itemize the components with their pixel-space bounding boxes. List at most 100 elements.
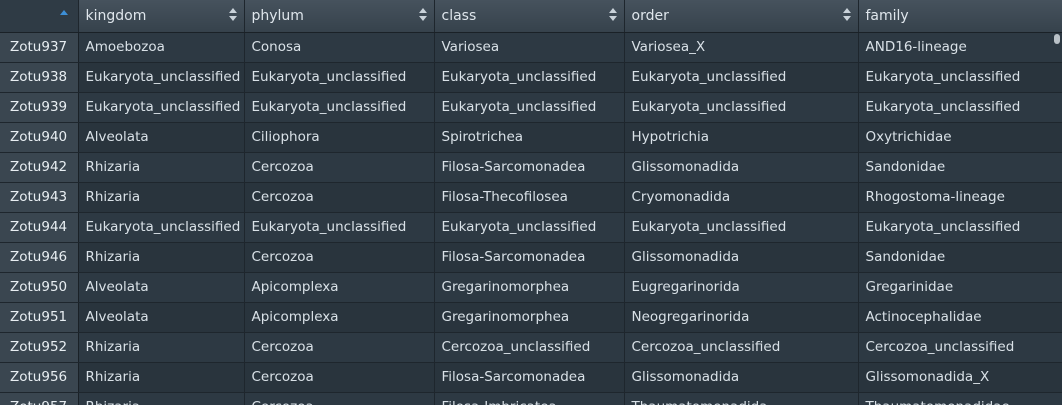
row-name-cell: Zotu957 xyxy=(0,392,79,405)
table-row[interactable]: Zotu937 Amoebozoa Conosa Variosea Variosea_X… xyxy=(0,32,1062,63)
table-cell[interactable]: Eukaryota_unclassified xyxy=(244,92,435,123)
table-row[interactable]: Zotu940 Alveolata Ciliophora Spirotrichea Hy… xyxy=(0,122,1062,153)
table-cell[interactable]: Amoebozoa xyxy=(78,32,245,63)
table-cell[interactable]: Thaumatomonadida xyxy=(624,392,859,405)
table-cell[interactable]: Glissomonadida xyxy=(624,242,859,273)
table-cell[interactable]: Thaumatomonadidae xyxy=(858,392,1062,405)
column-header-order[interactable]: order xyxy=(624,0,859,33)
table-cell[interactable]: Cercozoa_unclassified xyxy=(434,332,625,363)
table-cell[interactable]: Glissomonadida xyxy=(624,152,859,183)
table-cell[interactable]: Eukaryota_unclassified xyxy=(624,62,859,93)
table-cell[interactable]: Cercozoa xyxy=(244,242,435,273)
table-cell[interactable]: Eukaryota_unclassified xyxy=(858,212,1062,243)
column-header-rownames[interactable] xyxy=(0,0,79,33)
table-cell[interactable]: Variosea_X xyxy=(624,32,859,63)
table-cell[interactable]: Alveolata xyxy=(78,272,245,303)
table-cell[interactable]: Alveolata xyxy=(78,302,245,333)
sort-icon[interactable] xyxy=(608,8,617,22)
table-row[interactable]: Zotu950 Alveolata Apicomplexa Gregarinomorp… xyxy=(0,272,1062,303)
table-cell[interactable]: Filosa-Imbricatea xyxy=(434,392,625,405)
table-cell[interactable]: Cercozoa xyxy=(244,392,435,405)
table-cell[interactable]: Gregarinidae xyxy=(858,272,1062,303)
table-cell[interactable]: Eukaryota_unclassified xyxy=(624,92,859,123)
table-row[interactable]: Zotu956 Rhizaria Cercozoa Filosa-Sarcomonad… xyxy=(0,362,1062,393)
table-cell[interactable]: Actinocephalidae xyxy=(858,302,1062,333)
table-cell[interactable]: Sandonidae xyxy=(858,242,1062,273)
column-header-phylum[interactable]: phylum xyxy=(244,0,435,33)
data-table: kingdom phylum class order family Zotu93… xyxy=(0,0,1062,405)
table-row[interactable]: Zotu939 Eukaryota_unclassified Eukaryota_u… xyxy=(0,92,1062,123)
table-cell[interactable]: Filosa-Sarcomonadea xyxy=(434,242,625,273)
table-cell[interactable]: Apicomplexa xyxy=(244,272,435,303)
row-name-cell: Zotu938 xyxy=(0,62,79,93)
table-cell[interactable]: Oxytrichidae xyxy=(858,122,1062,153)
table-cell[interactable]: Gregarinomorphea xyxy=(434,272,625,303)
table-cell[interactable]: Cercozoa xyxy=(244,332,435,363)
table-cell[interactable]: Neogregarinorida xyxy=(624,302,859,333)
row-name-cell: Zotu939 xyxy=(0,92,79,123)
table-cell[interactable]: Eukaryota_unclassified xyxy=(434,92,625,123)
table-cell[interactable]: Cercozoa xyxy=(244,152,435,183)
sort-ascending-icon[interactable] xyxy=(60,10,68,24)
table-cell[interactable]: Glissomonadida_X xyxy=(858,362,1062,393)
row-name-cell: Zotu942 xyxy=(0,152,79,183)
table-row[interactable]: Zotu944 Eukaryota_unclassified Eukaryota_u… xyxy=(0,212,1062,243)
table-cell[interactable]: Eukaryota_unclassified xyxy=(78,62,245,93)
row-name-cell: Zotu956 xyxy=(0,362,79,393)
table-cell[interactable]: Eukaryota_unclassified xyxy=(434,62,625,93)
row-name-cell: Zotu946 xyxy=(0,242,79,273)
table-row[interactable]: Zotu957RhizariaCercozoaFilosa-Imbricatea… xyxy=(0,392,1062,405)
table-cell[interactable]: Rhogostoma-lineage xyxy=(858,182,1062,213)
table-cell[interactable]: Cercozoa_unclassified xyxy=(858,332,1062,363)
table-cell[interactable]: Rhizaria xyxy=(78,392,245,405)
table-cell[interactable]: Ciliophora xyxy=(244,122,435,153)
table-cell[interactable]: Spirotrichea xyxy=(434,122,625,153)
sort-icon[interactable] xyxy=(418,8,427,22)
table-cell[interactable]: Eugregarinorida xyxy=(624,272,859,303)
table-cell[interactable]: Cercozoa_unclassified xyxy=(624,332,859,363)
sort-icon[interactable] xyxy=(842,8,851,22)
table-row[interactable]: Zotu952 Rhizaria Cercozoa Cercozoa_unclassi… xyxy=(0,332,1062,363)
table-cell[interactable]: Cercozoa xyxy=(244,182,435,213)
table-cell[interactable]: Conosa xyxy=(244,32,435,63)
table-cell[interactable]: Rhizaria xyxy=(78,332,245,363)
column-header-class[interactable]: class xyxy=(434,0,625,33)
row-name-cell: Zotu951 xyxy=(0,302,79,333)
table-cell[interactable]: Eukaryota_unclassified xyxy=(244,62,435,93)
column-header-family[interactable]: family xyxy=(858,0,1062,33)
table-cell[interactable]: Cercozoa xyxy=(244,362,435,393)
table-cell[interactable]: Glissomonadida xyxy=(624,362,859,393)
table-row[interactable]: Zotu946 Rhizaria Cercozoa Filosa-Sarcomonad… xyxy=(0,242,1062,273)
table-cell[interactable]: Cryomonadida xyxy=(624,182,859,213)
table-cell[interactable]: Rhizaria xyxy=(78,242,245,273)
table-cell[interactable]: AND16-lineage xyxy=(858,32,1062,63)
table-cell[interactable]: Eukaryota_unclassified xyxy=(858,62,1062,93)
table-cell[interactable]: Eukaryota_unclassified xyxy=(244,212,435,243)
table-row[interactable]: Zotu951 Alveolata Apicomplexa Gregarinomorp… xyxy=(0,302,1062,333)
column-header-label: phylum xyxy=(251,7,304,24)
table-cell[interactable]: Hypotrichia xyxy=(624,122,859,153)
row-name-cell: Zotu952 xyxy=(0,332,79,363)
table-cell[interactable]: Rhizaria xyxy=(78,152,245,183)
table-cell[interactable]: Alveolata xyxy=(78,122,245,153)
vertical-scrollbar-thumb[interactable] xyxy=(1054,34,1060,44)
table-cell[interactable]: Apicomplexa xyxy=(244,302,435,333)
table-cell[interactable]: Eukaryota_unclassified xyxy=(78,92,245,123)
table-row[interactable]: Zotu943 Rhizaria Cercozoa Filosa-Thecofilos… xyxy=(0,182,1062,213)
table-cell[interactable]: Eukaryota_unclassified xyxy=(858,92,1062,123)
table-cell[interactable]: Eukaryota_unclassified xyxy=(624,212,859,243)
table-cell[interactable]: Eukaryota_unclassified xyxy=(78,212,245,243)
table-cell[interactable]: Filosa-Sarcomonadea xyxy=(434,362,625,393)
table-cell[interactable]: Sandonidae xyxy=(858,152,1062,183)
table-cell[interactable]: Filosa-Sarcomonadea xyxy=(434,152,625,183)
table-cell[interactable]: Rhizaria xyxy=(78,182,245,213)
table-cell[interactable]: Gregarinomorphea xyxy=(434,302,625,333)
table-cell[interactable]: Filosa-Thecofilosea xyxy=(434,182,625,213)
sort-icon[interactable] xyxy=(228,8,237,22)
table-row[interactable]: Zotu942 Rhizaria Cercozoa Filosa-Sarcomonad… xyxy=(0,152,1062,183)
table-row[interactable]: Zotu938 Eukaryota_unclassified Eukaryota_u… xyxy=(0,62,1062,93)
table-cell[interactable]: Variosea xyxy=(434,32,625,63)
table-cell[interactable]: Rhizaria xyxy=(78,362,245,393)
table-cell[interactable]: Eukaryota_unclassified xyxy=(434,212,625,243)
column-header-kingdom[interactable]: kingdom xyxy=(78,0,245,33)
